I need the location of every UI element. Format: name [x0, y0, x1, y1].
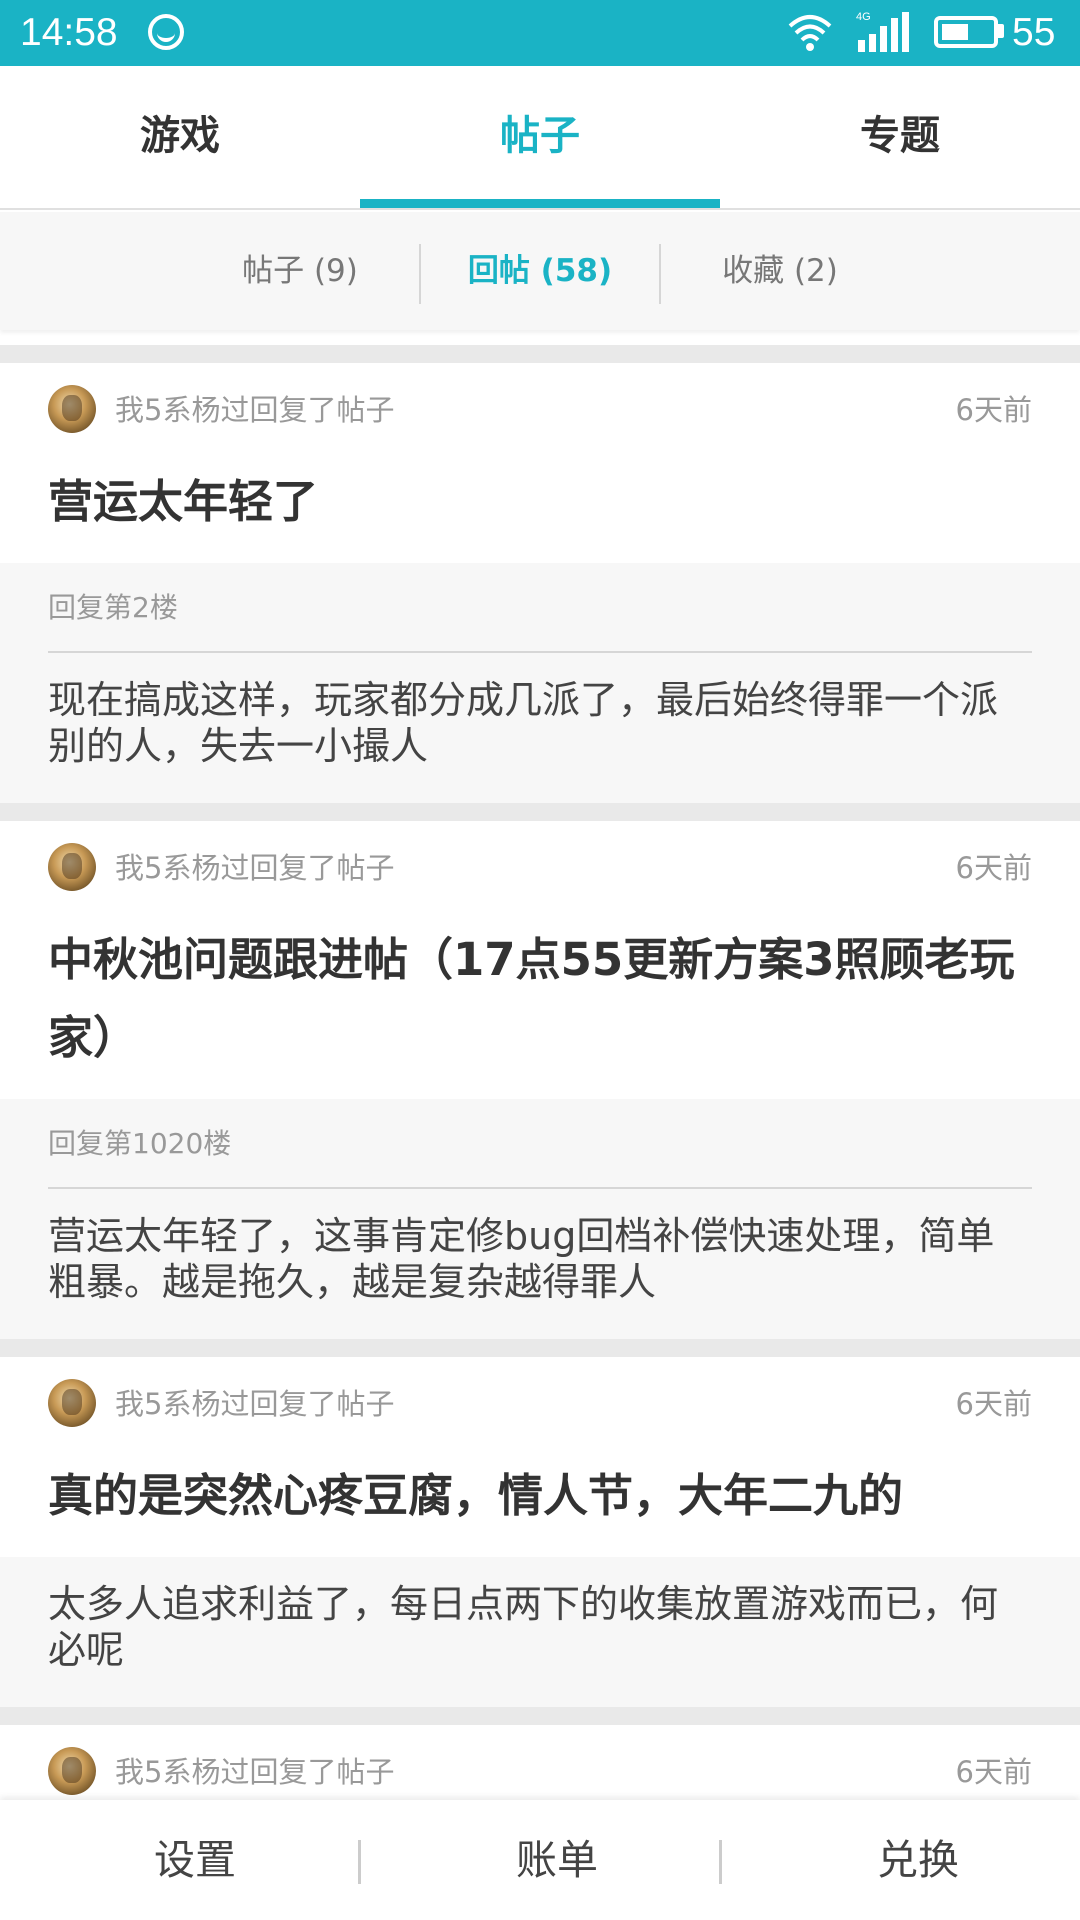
reply-floor: 回复第2楼 [48, 563, 1032, 653]
settings-button[interactable]: 设置 [15, 1800, 375, 1920]
list-item[interactable]: 我5系杨过回复了帖子 6天前 真的是突然心疼豆腐，情人节，大年二九的 太多人追求… [0, 1339, 1080, 1707]
reply-floor: 回复第1020楼 [48, 1099, 1032, 1189]
active-tab-indicator [360, 199, 720, 208]
list-item[interactable]: 我5系杨过回复了帖子 6天前 中秋池问题跟进帖（17点55更新方案3照顾老玩家）… [0, 803, 1080, 1339]
main-tab-bar: 游戏 帖子 专题 [0, 66, 1080, 210]
status-bar: 14:58 4G 55 [0, 0, 1080, 66]
tab-topics[interactable]: 专题 [720, 66, 1080, 208]
post-title[interactable]: 真的是突然心疼豆腐，情人节，大年二九的 [0, 1457, 1080, 1557]
post-header: 我5系杨过回复了帖子 6天前 [0, 1357, 1080, 1457]
bottom-action-bar: 设置 账单 兑换 [0, 1800, 1080, 1920]
bottom-divider [358, 1840, 361, 1884]
avatar[interactable] [48, 1747, 96, 1795]
post-user-action: 我5系杨过回复了帖子 [115, 393, 395, 427]
post-user-action: 我5系杨过回复了帖子 [115, 1387, 395, 1421]
bill-button[interactable]: 账单 [377, 1800, 737, 1920]
subtab-favorites[interactable]: 收藏 (2) [660, 212, 900, 330]
subtab-my-posts[interactable]: 帖子 (9) [180, 212, 420, 330]
wifi-icon [788, 15, 832, 51]
post-time: 6天前 [955, 851, 1032, 885]
tab-posts[interactable]: 帖子 [360, 66, 720, 208]
reply-text: 营运太年轻了，这事肯定修bug回档补偿快速处理，简单粗暴。越是拖久，越是复杂越得… [48, 1214, 995, 1304]
status-time: 14:58 [20, 11, 118, 54]
post-header: 我5系杨过回复了帖子 6天前 [0, 821, 1080, 921]
reply-box[interactable]: 回复第1020楼 营运太年轻了，这事肯定修bug回档补偿快速处理，简单粗暴。越是… [0, 1099, 1080, 1339]
avatar[interactable] [48, 385, 96, 433]
list-item[interactable]: 我5系杨过回复了帖子 6天前 营运太年轻了 回复第2楼 现在搞成这样，玩家都分成… [0, 345, 1080, 803]
post-user-action: 我5系杨过回复了帖子 [115, 1755, 395, 1789]
reply-box[interactable]: 太多人追求利益了，每日点两下的收集放置游戏而已，何必呢 [0, 1557, 1080, 1707]
post-time: 6天前 [955, 1755, 1032, 1789]
battery-icon [934, 16, 998, 48]
exchange-button[interactable]: 兑换 [738, 1800, 1080, 1920]
post-title[interactable]: 营运太年轻了 [0, 463, 1080, 563]
sub-tab-bar: 帖子 (9) 回帖 (58) 收藏 (2) [0, 212, 1080, 330]
subtab-replies[interactable]: 回帖 (58) [420, 212, 660, 330]
post-header: 我5系杨过回复了帖子 6天前 [0, 363, 1080, 463]
network-type-label: 4G [856, 11, 871, 23]
avatar[interactable] [48, 843, 96, 891]
battery-level: 55 [1012, 11, 1056, 54]
cell-signal-icon: 4G [856, 11, 909, 52]
tab-games[interactable]: 游戏 [0, 66, 360, 208]
post-time: 6天前 [955, 393, 1032, 427]
notification-smiley-icon [148, 14, 184, 50]
post-title[interactable]: 中秋池问题跟进帖（17点55更新方案3照顾老玩家） [0, 921, 1080, 1099]
battery-fill [942, 24, 968, 40]
post-time: 6天前 [955, 1387, 1032, 1421]
avatar[interactable] [48, 1379, 96, 1427]
battery-cap [998, 24, 1004, 38]
bottom-divider [719, 1840, 722, 1884]
post-user-action: 我5系杨过回复了帖子 [115, 851, 395, 885]
reply-text: 现在搞成这样，玩家都分成几派了，最后始终得罪一个派别的人，失去一小撮人 [48, 678, 999, 768]
reply-box[interactable]: 回复第2楼 现在搞成这样，玩家都分成几派了，最后始终得罪一个派别的人，失去一小撮… [0, 563, 1080, 803]
reply-feed: 我5系杨过回复了帖子 6天前 营运太年轻了 回复第2楼 现在搞成这样，玩家都分成… [0, 345, 1080, 1825]
reply-text: 太多人追求利益了，每日点两下的收集放置游戏而已，何必呢 [48, 1582, 999, 1672]
